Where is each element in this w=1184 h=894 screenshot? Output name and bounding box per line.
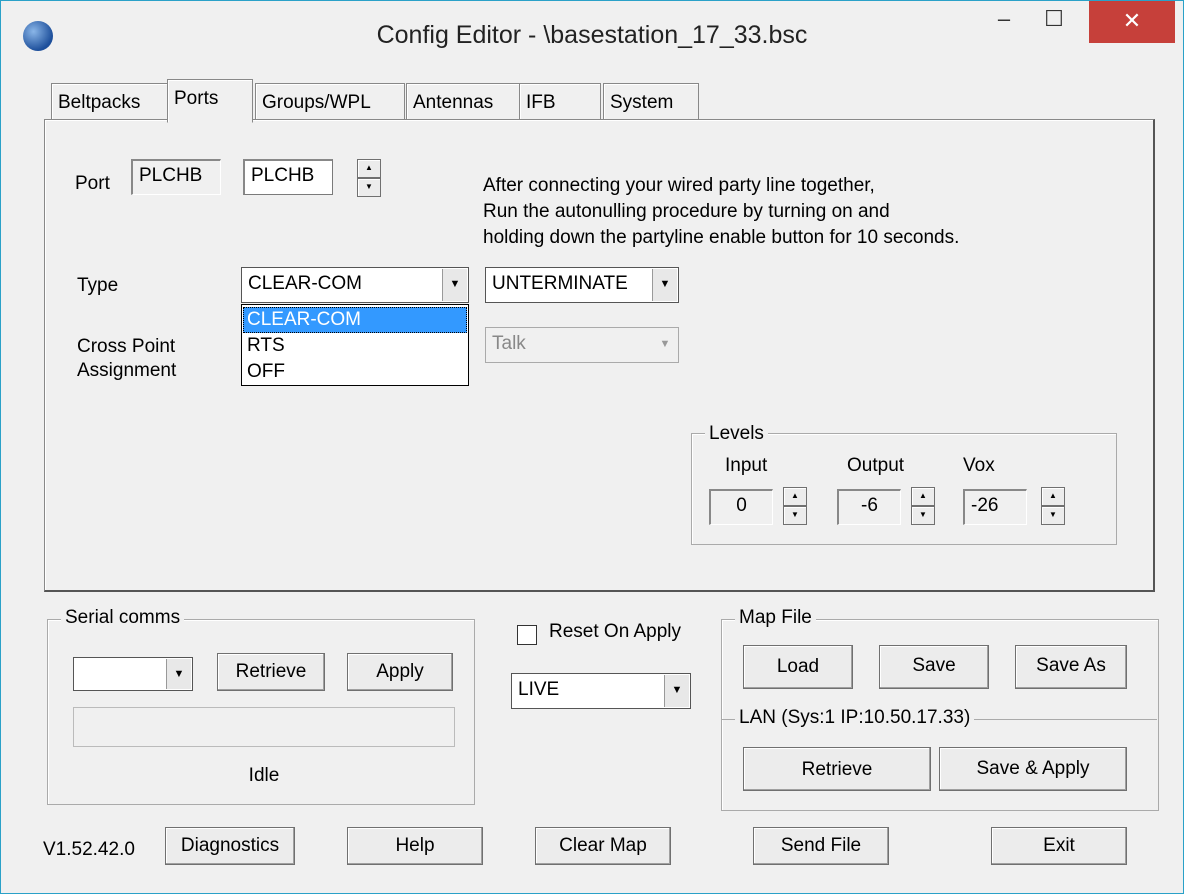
type-select[interactable]: CLEAR-COM ▼ [241,267,469,303]
mode-select[interactable]: LIVE ▼ [511,673,691,709]
tab-beltpacks[interactable]: Beltpacks [51,83,173,120]
crosspoint-label: Cross Point Assignment [77,335,176,383]
vox-level-spinner[interactable]: ▲ ▼ [1041,487,1065,525]
chevron-down-icon[interactable]: ▼ [442,269,467,301]
chevron-down-icon[interactable]: ▼ [166,659,191,689]
tab-system[interactable]: System [603,83,699,120]
instruction-line-1: After connecting your wired party line t… [483,175,875,196]
spin-up-icon[interactable]: ▲ [357,159,381,178]
serial-port-select[interactable]: ▼ [73,657,193,691]
close-button[interactable]: ✕ [1089,1,1175,43]
chevron-down-icon[interactable]: ▼ [653,329,677,361]
minimize-button[interactable]: – [981,1,1027,43]
crosspoint-mode-select[interactable]: Talk ▼ [485,327,679,363]
spin-down-icon[interactable]: ▼ [357,178,381,197]
reset-on-apply-label: Reset On Apply [549,621,682,642]
help-button[interactable]: Help [347,827,483,865]
maximize-button[interactable]: ☐ [1031,1,1077,43]
port-spinner[interactable]: ▲ ▼ [357,159,381,197]
lan-save-apply-button[interactable]: Save & Apply [939,747,1127,791]
send-file-button[interactable]: Send File [753,827,889,865]
chevron-down-icon[interactable]: ▼ [652,269,677,301]
output-level-field[interactable]: -6 [837,489,901,525]
map-file-label: Map File [735,607,816,629]
dropdown-option-rts[interactable]: RTS [243,333,467,359]
serial-status-text: Idle [248,765,280,786]
instruction-line-2: Run the autonulling procedure by turning… [483,201,890,222]
lan-retrieve-button[interactable]: Retrieve [743,747,931,791]
port-name-display: PLCHB [131,159,221,195]
tab-antennas[interactable]: Antennas [406,83,520,120]
exit-button[interactable]: Exit [991,827,1127,865]
tab-groups-wpl[interactable]: Groups/WPL [255,83,405,120]
mode-select-value: LIVE [518,679,560,700]
spin-up-icon[interactable]: ▲ [1041,487,1065,506]
output-level-label: Output [847,455,905,476]
port-name-field[interactable]: PLCHB [243,159,333,195]
instruction-line-3: holding down the partyline enable button… [483,227,960,248]
input-level-label: Input [725,455,768,476]
chevron-down-icon[interactable]: ▼ [664,675,689,707]
lan-group-label: LAN (Sys:1 IP:10.50.17.33) [735,707,975,729]
input-level-field[interactable]: 0 [709,489,773,525]
dropdown-option-clear-com[interactable]: CLEAR-COM [243,307,467,333]
crosspoint-label-line2: Assignment [77,360,177,381]
clear-map-button[interactable]: Clear Map [535,827,671,865]
app-window: Config Editor - \basestation_17_33.bsc –… [0,0,1184,894]
autonull-instructions: After connecting your wired party line t… [483,173,959,251]
diagnostics-button[interactable]: Diagnostics [165,827,295,865]
type-select-value: CLEAR-COM [248,273,363,294]
reset-on-apply-checkbox[interactable] [517,625,537,645]
serial-retrieve-button[interactable]: Retrieve [217,653,325,691]
input-level-spinner[interactable]: ▲ ▼ [783,487,807,525]
spin-up-icon[interactable]: ▲ [911,487,935,506]
tab-ports[interactable]: Ports [167,79,253,123]
levels-group-label: Levels [705,423,768,445]
title-bar: Config Editor - \basestation_17_33.bsc –… [1,1,1183,71]
vox-level-label: Vox [963,455,995,476]
spin-down-icon[interactable]: ▼ [911,506,935,525]
map-save-as-button[interactable]: Save As [1015,645,1127,689]
serial-apply-button[interactable]: Apply [347,653,453,691]
spin-up-icon[interactable]: ▲ [783,487,807,506]
crosspoint-mode-value: Talk [492,333,526,354]
output-level-spinner[interactable]: ▲ ▼ [911,487,935,525]
serial-comms-label: Serial comms [61,607,185,629]
type-label: Type [77,275,119,296]
map-load-button[interactable]: Load [743,645,853,689]
port-label: Port [75,173,110,194]
dropdown-option-off[interactable]: OFF [243,359,467,385]
serial-progress-bar [73,707,455,747]
spin-down-icon[interactable]: ▼ [1041,506,1065,525]
tab-ifb[interactable]: IFB [519,83,601,120]
termination-select[interactable]: UNTERMINATE ▼ [485,267,679,303]
crosspoint-label-line1: Cross Point [77,336,176,357]
type-dropdown-list: CLEAR-COM RTS OFF [241,304,469,386]
termination-select-value: UNTERMINATE [492,273,628,294]
vox-level-field[interactable]: -26 [963,489,1027,525]
version-text: V1.52.42.0 [43,839,135,860]
spin-down-icon[interactable]: ▼ [783,506,807,525]
map-save-button[interactable]: Save [879,645,989,689]
